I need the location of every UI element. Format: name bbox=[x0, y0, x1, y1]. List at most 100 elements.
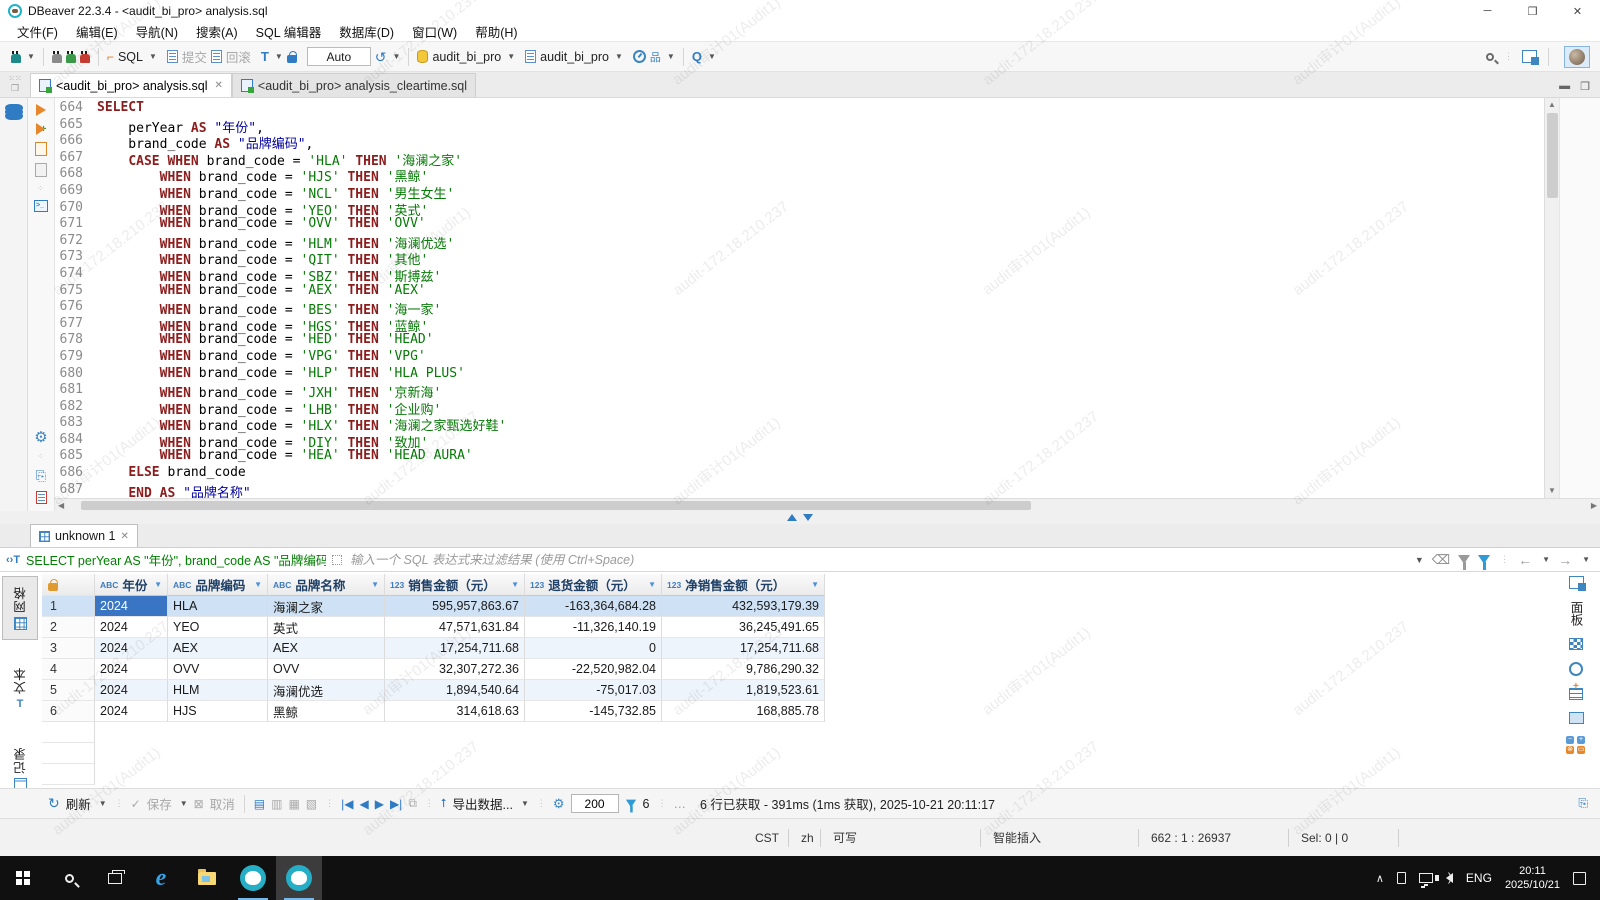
table-row-1[interactable]: 12024HLA海澜之家595,957,863.67-163,364,684.2… bbox=[42, 596, 825, 617]
transaction-dropdown-icon[interactable]: ▼ bbox=[275, 52, 283, 61]
grid-corner-cell[interactable] bbox=[42, 574, 95, 596]
table-row-5[interactable]: 52024HLM海澜优选1,894,540.64-75,017.031,819,… bbox=[42, 680, 825, 701]
database-dropdown-icon[interactable]: ▼ bbox=[507, 52, 515, 61]
cell[interactable]: 2024 bbox=[95, 596, 168, 617]
cell[interactable]: -11,326,140.19 bbox=[525, 617, 662, 638]
export-result-icon[interactable]: ⎘ bbox=[36, 468, 46, 484]
task-view-icon[interactable] bbox=[92, 856, 138, 900]
edit-misc-icon[interactable]: ▧ bbox=[306, 797, 317, 811]
sql-mode-label[interactable]: SQL bbox=[118, 50, 143, 64]
nav-back-icon[interactable]: ← bbox=[1518, 552, 1532, 568]
results-tab-close-icon[interactable]: ✕ bbox=[120, 531, 128, 542]
side-tab-网格[interactable]: 网格 bbox=[2, 576, 38, 640]
settings-gear-icon[interactable]: ⚙ bbox=[34, 431, 47, 445]
database-selector[interactable]: audit_bi_pro bbox=[432, 50, 501, 64]
cell[interactable]: YEO bbox=[168, 617, 268, 638]
cell[interactable]: 314,618.63 bbox=[385, 701, 525, 722]
cell[interactable]: 英式 bbox=[268, 617, 385, 638]
column-filter-arrow-icon[interactable]: ▼ bbox=[371, 580, 379, 589]
tray-network-icon[interactable] bbox=[1419, 873, 1433, 883]
tray-volume-icon[interactable] bbox=[1446, 873, 1453, 883]
menu-item-4[interactable]: SQL 编辑器 bbox=[247, 22, 331, 41]
scroll-down-icon[interactable]: ▼ bbox=[1545, 484, 1559, 498]
maximize-pane-icon[interactable]: ❒ bbox=[1580, 80, 1590, 93]
perspective-icon[interactable] bbox=[1522, 50, 1537, 63]
taskbar-clock[interactable]: 20:11 2025/10/21 bbox=[1505, 864, 1560, 892]
scroll-left-icon[interactable]: ◀ bbox=[55, 501, 67, 510]
sql-editor-icon[interactable]: ⌐ bbox=[107, 50, 114, 64]
splitter-sash[interactable] bbox=[0, 511, 1600, 524]
reconnect-icon[interactable] bbox=[66, 54, 76, 63]
notification-center-icon[interactable] bbox=[1573, 872, 1586, 885]
cell[interactable]: 黑鲸 bbox=[268, 701, 385, 722]
record-mode-icon[interactable] bbox=[1569, 662, 1583, 676]
column-filter-arrow-icon[interactable]: ▼ bbox=[811, 580, 819, 589]
value-view-icon[interactable] bbox=[1569, 638, 1583, 650]
panels-icon[interactable] bbox=[1569, 576, 1584, 589]
transaction-mode-icon[interactable]: T bbox=[261, 49, 269, 64]
execute-script-icon[interactable] bbox=[35, 142, 47, 156]
cell[interactable]: HLA bbox=[168, 596, 268, 617]
editor-horizontal-scrollbar[interactable]: ◀ ▶ bbox=[55, 498, 1600, 511]
menu-item-5[interactable]: 数据库(D) bbox=[330, 22, 403, 41]
file-explorer-icon[interactable] bbox=[184, 856, 230, 900]
menu-item-1[interactable]: 编辑(E) bbox=[67, 22, 127, 41]
side-tab-文本[interactable]: 文本T bbox=[2, 656, 38, 720]
cell[interactable]: 2024 bbox=[95, 659, 168, 680]
column-header-净销售金额（元）[interactable]: 123净销售金额（元）▼ bbox=[662, 574, 825, 596]
tray-expand-icon[interactable]: ∧ bbox=[1376, 872, 1384, 885]
column-header-退货金额（元）[interactable]: 123退货金额（元）▼ bbox=[525, 574, 662, 596]
panel-toggle-icon[interactable]: ⎘ bbox=[1578, 796, 1588, 811]
vertical-scroll-thumb[interactable] bbox=[1547, 113, 1558, 198]
export-dropdown-icon[interactable]: ▼ bbox=[521, 799, 529, 808]
last-page-icon[interactable]: ▶| bbox=[390, 797, 402, 811]
commit-mode-icon[interactable]: 品 bbox=[650, 49, 661, 65]
cancel-button[interactable]: 取消 bbox=[210, 794, 235, 813]
maximize-button[interactable]: ❒ bbox=[1510, 0, 1555, 22]
edit-delete-row-icon[interactable]: ▦ bbox=[288, 797, 299, 811]
cell[interactable]: 168,885.78 bbox=[662, 701, 825, 722]
cell[interactable]: 595,957,863.67 bbox=[385, 596, 525, 617]
cell[interactable]: -163,364,684.28 bbox=[525, 596, 662, 617]
minimize-pane-icon[interactable]: ▬ bbox=[1559, 80, 1570, 93]
misc-dropdown-icon[interactable]: ▼ bbox=[667, 52, 675, 61]
close-button[interactable]: ✕ bbox=[1555, 0, 1600, 22]
menu-item-3[interactable]: 搜索(A) bbox=[187, 22, 247, 41]
filters-icon[interactable] bbox=[1478, 555, 1490, 564]
edit-copy-row-icon[interactable]: ▥ bbox=[271, 797, 282, 811]
input-language-indicator[interactable]: ENG bbox=[1466, 871, 1492, 885]
panel-mini-buttons[interactable]: −+ ⊗▭ bbox=[1566, 736, 1586, 754]
sash-up-icon[interactable] bbox=[787, 514, 797, 521]
prev-page-icon[interactable]: ◀ bbox=[359, 797, 368, 811]
apply-filter-dropdown-icon[interactable]: ▼ bbox=[1415, 555, 1424, 565]
cell[interactable]: 17,254,711.68 bbox=[662, 638, 825, 659]
history-dropdown-icon[interactable]: ▼ bbox=[393, 52, 401, 61]
lock-icon[interactable] bbox=[287, 55, 297, 63]
column-header-品牌名称[interactable]: ABC品牌名称▼ bbox=[268, 574, 385, 596]
start-button[interactable] bbox=[0, 856, 46, 900]
tab-analysis-cleartime-sql[interactable]: <audit_bi_pro> analysis_cleartime.sql bbox=[232, 73, 476, 97]
scroll-up-icon[interactable]: ▲ bbox=[1545, 98, 1559, 112]
table-row-3[interactable]: 32024AEXAEX17,254,711.68017,254,711.68 bbox=[42, 638, 825, 659]
cell[interactable]: 1,894,540.64 bbox=[385, 680, 525, 701]
results-tab-unknown1[interactable]: unknown 1 ✕ bbox=[30, 524, 138, 547]
quick-search-icon[interactable] bbox=[1486, 53, 1494, 61]
sql-terminal-icon[interactable]: >_ bbox=[34, 200, 48, 212]
cell[interactable]: HLM bbox=[168, 680, 268, 701]
disconnect-icon[interactable] bbox=[80, 54, 90, 63]
dbeaver-taskbar-icon-active[interactable] bbox=[276, 856, 322, 900]
validate-doc-icon[interactable] bbox=[36, 491, 47, 504]
filter-input[interactable] bbox=[350, 550, 1403, 570]
execute-new-tab-icon[interactable] bbox=[36, 123, 45, 135]
cell[interactable]: 432,593,179.39 bbox=[662, 596, 825, 617]
new-connection-dropdown-icon[interactable]: ▼ bbox=[27, 52, 35, 61]
cell[interactable]: 1,819,523.61 bbox=[662, 680, 825, 701]
tray-usb-icon[interactable] bbox=[1397, 872, 1406, 884]
menu-item-7[interactable]: 帮助(H) bbox=[466, 22, 526, 41]
code-area[interactable]: 664SELECT665 perYear AS "年份",666 brand_c… bbox=[55, 100, 1544, 498]
tx-mode-combo[interactable]: Auto bbox=[307, 47, 371, 66]
commit-button[interactable]: 提交 bbox=[182, 47, 207, 66]
dashboard-icon[interactable] bbox=[633, 50, 646, 63]
search-tool-icon[interactable]: Q bbox=[692, 49, 702, 64]
column-header-品牌编码[interactable]: ABC品牌编码▼ bbox=[168, 574, 268, 596]
